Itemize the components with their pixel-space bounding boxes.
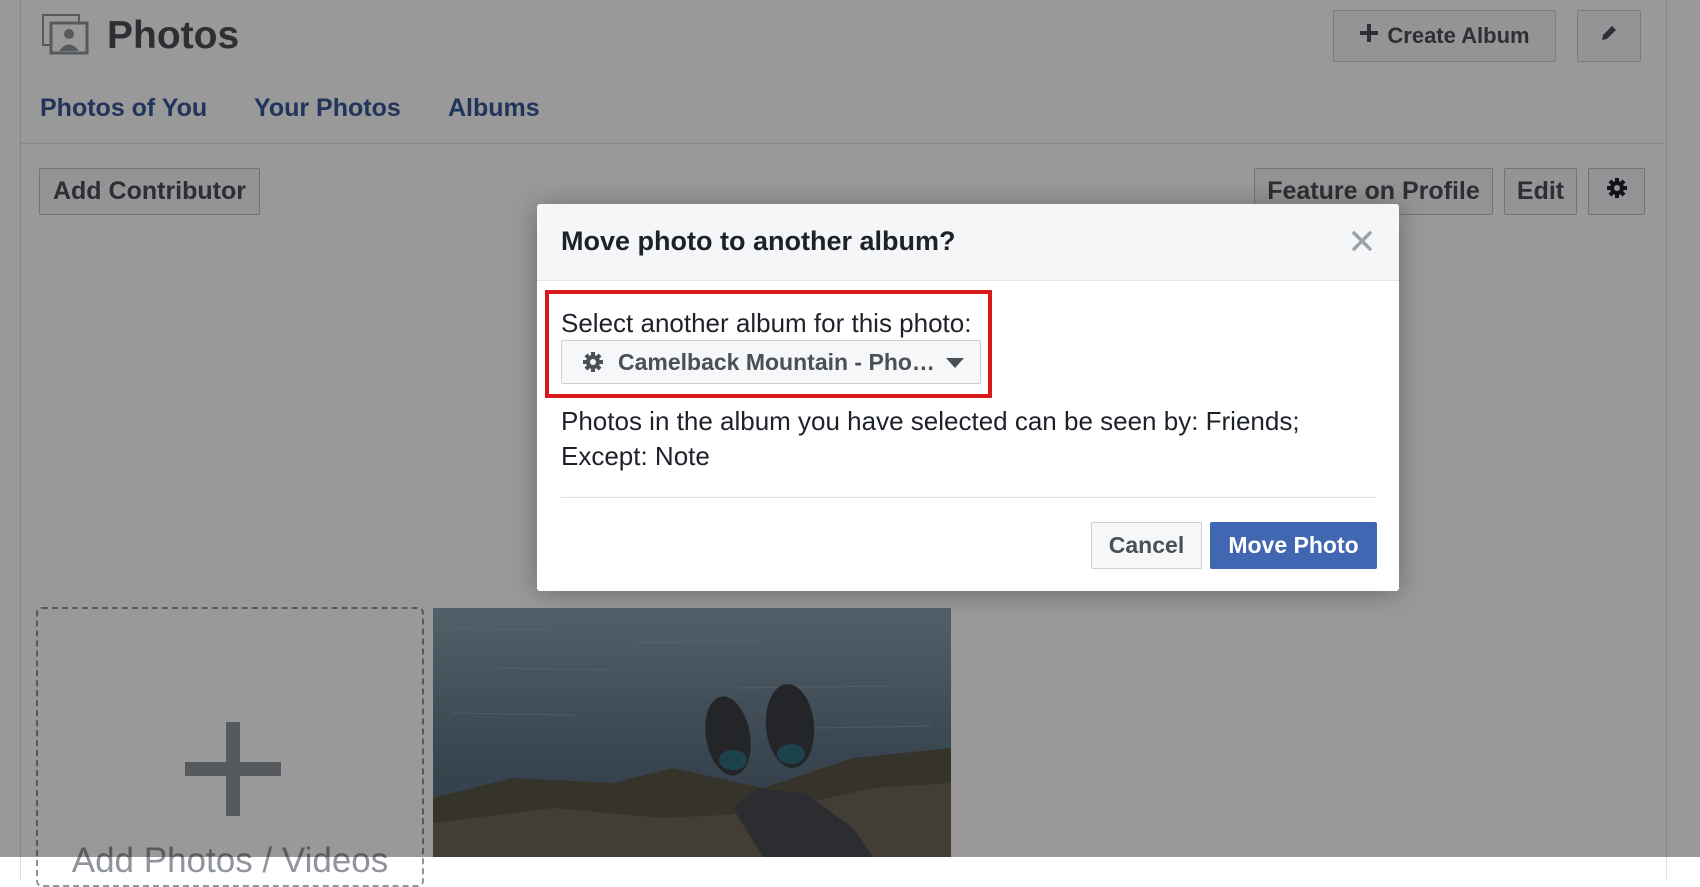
chevron-down-icon [946, 358, 964, 368]
move-photo-dialog: Move photo to another album? Select anot… [537, 204, 1399, 591]
close-icon[interactable] [1349, 228, 1375, 254]
dialog-title: Move photo to another album? [561, 226, 956, 256]
dialog-separator [561, 497, 1377, 498]
selected-album-name: Camelback Mountain - Pho… [618, 348, 935, 375]
privacy-note: Photos in the album you have selected ca… [561, 406, 1300, 471]
move-photo-button[interactable]: Move Photo [1210, 522, 1377, 569]
gear-icon [582, 351, 604, 373]
select-album-label: Select another album for this photo: [561, 308, 972, 338]
cancel-button[interactable]: Cancel [1091, 522, 1202, 569]
album-select-dropdown[interactable]: Camelback Mountain - Pho… [561, 340, 981, 384]
dialog-header: Move photo to another album? [537, 204, 1399, 281]
